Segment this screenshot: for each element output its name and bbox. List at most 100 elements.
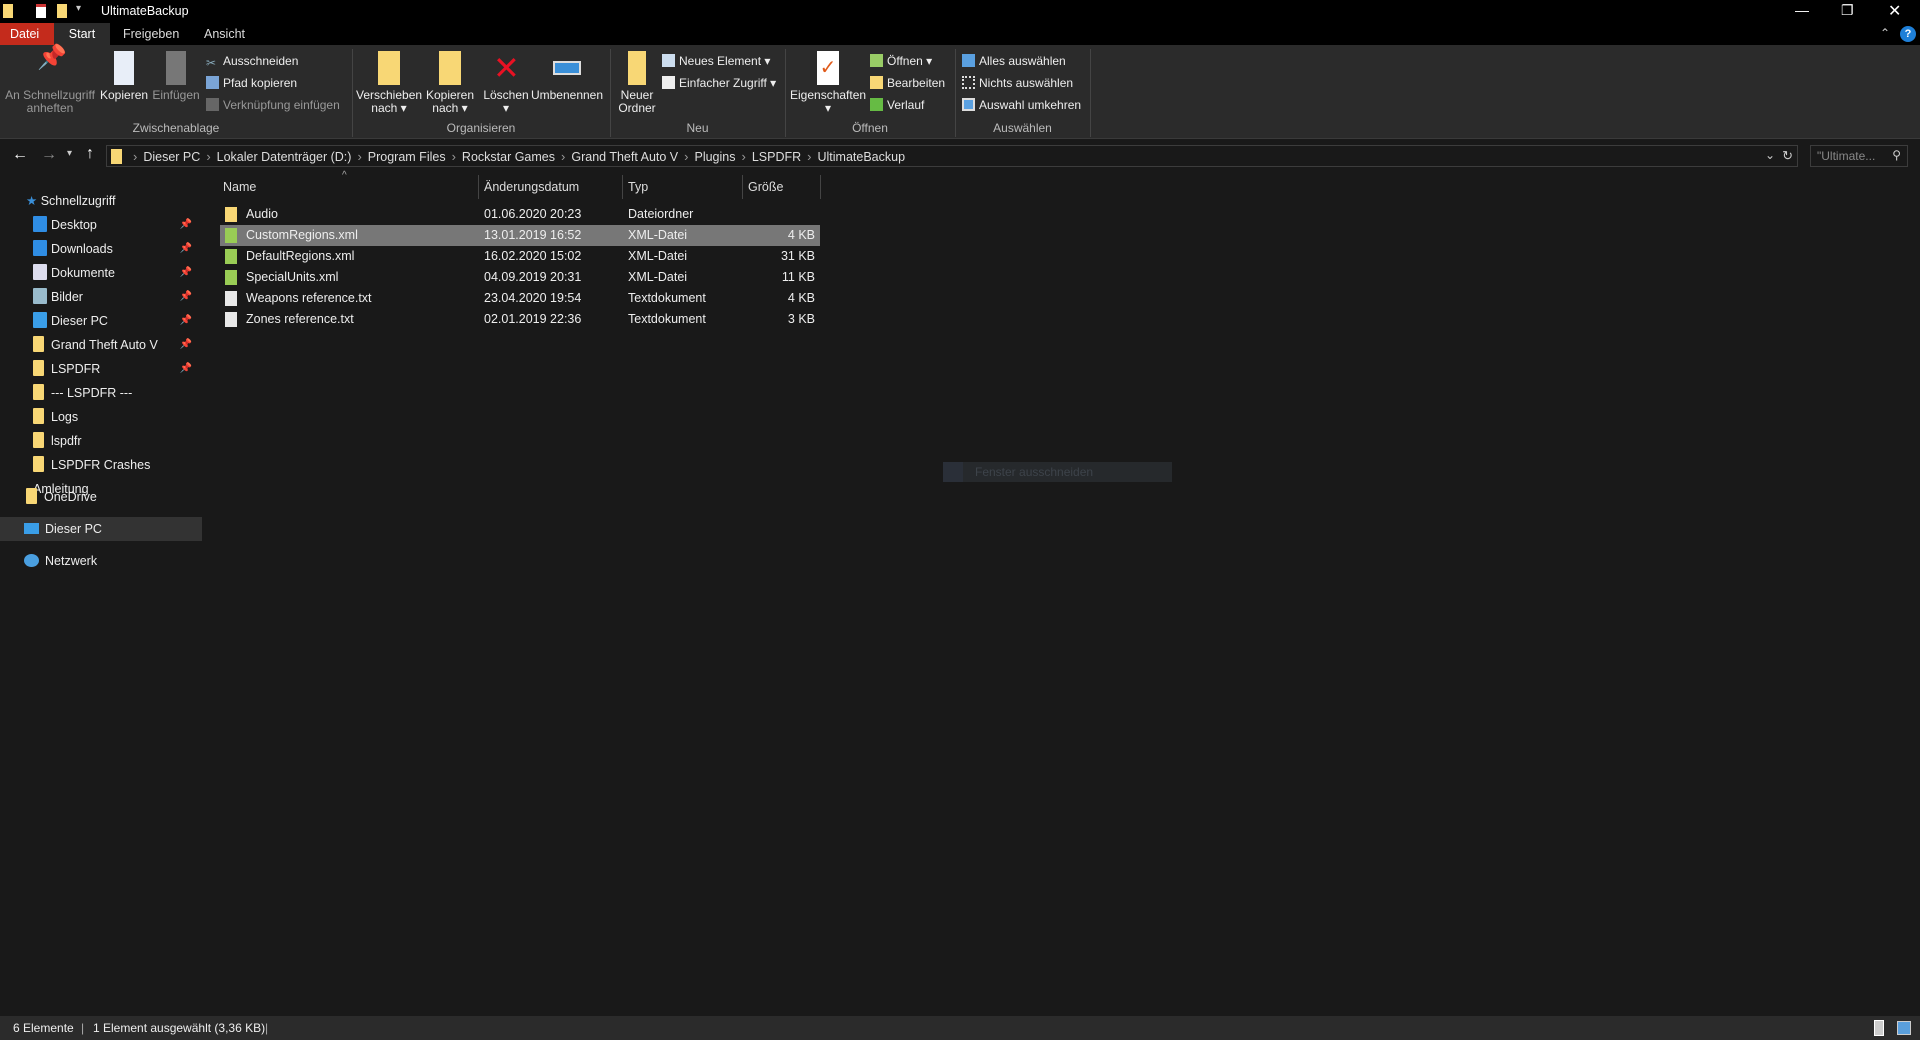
breadcrumb-item[interactable]: Grand Theft Auto V: [571, 150, 678, 164]
search-icon[interactable]: ⚲: [1892, 148, 1901, 162]
sidebar-item[interactable]: Desktop 📌: [0, 213, 202, 237]
breadcrumb-chevron-icon[interactable]: ›: [741, 149, 745, 164]
select-all-button[interactable]: Alles auswählen: [962, 52, 1066, 70]
collapse-ribbon-icon[interactable]: ⌃: [1880, 26, 1890, 40]
easy-access-button[interactable]: Einfacher Zugriff ▾: [662, 74, 776, 92]
breadcrumb-chevron-icon[interactable]: ›: [561, 149, 565, 164]
file-row[interactable]: Zones reference.txt 02.01.2019 22:36 Textd…: [220, 309, 820, 330]
pin-quick-access-button[interactable]: 📌 An Schnellzugriff anheften: [4, 46, 96, 115]
breadcrumb-item[interactable]: Plugins: [694, 150, 735, 164]
file-row[interactable]: DefaultRegions.xml 16.02.2020 15:02 XML-Da…: [220, 246, 820, 267]
file-row[interactable]: SpecialUnits.xml 04.09.2019 20:31 XML-Date…: [220, 267, 820, 288]
sidebar-item[interactable]: Logs: [0, 405, 202, 429]
tab-ansicht[interactable]: Ansicht: [194, 23, 255, 45]
file-row[interactable]: Audio 01.06.2020 20:23 Dateiordner: [220, 204, 820, 225]
address-input[interactable]: › Dieser PC › Lokaler Datenträger (D:) › Prog…: [106, 145, 1798, 167]
paste-button[interactable]: Einfügen: [151, 51, 201, 102]
folder-icon: [33, 384, 44, 400]
minimize-button[interactable]: —: [1795, 2, 1809, 18]
column-header-type[interactable]: Typ: [628, 175, 648, 199]
open-button[interactable]: Öffnen ▾: [870, 52, 932, 70]
help-icon[interactable]: ?: [1900, 26, 1916, 42]
sidebar-item[interactable]: Downloads 📌: [0, 237, 202, 261]
sidebar-item[interactable]: LSPDFR Crashes Amleitung: [0, 453, 202, 496]
column-divider[interactable]: [742, 175, 743, 199]
file-type: Textdokument: [628, 291, 706, 305]
column-header-size[interactable]: Größe: [748, 175, 783, 199]
customize-quick-access-icon[interactable]: ▾: [76, 3, 81, 14]
sidebar-onedrive[interactable]: OneDrive: [0, 485, 202, 509]
breadcrumb-chevron-icon[interactable]: ›: [807, 149, 811, 164]
pin-icon[interactable]: 📌: [180, 213, 192, 237]
breadcrumb-chevron-icon[interactable]: ›: [684, 149, 688, 164]
up-button[interactable]: ↑: [86, 145, 94, 163]
tab-freigeben[interactable]: Freigeben: [113, 23, 189, 45]
move-to-button[interactable]: Verschieben nach ▾: [356, 51, 422, 115]
sidebar-item[interactable]: Grand Theft Auto V 📌: [0, 333, 202, 357]
sidebar-item[interactable]: lspdfr: [0, 429, 202, 453]
breadcrumb-item[interactable]: LSPDFR: [752, 150, 801, 164]
column-divider[interactable]: [478, 175, 479, 199]
sidebar-network[interactable]: Netzwerk: [0, 549, 202, 573]
pin-icon[interactable]: 📌: [180, 357, 192, 381]
rename-button[interactable]: Umbenennen: [530, 51, 604, 102]
delete-button[interactable]: ✕ Löschen ▾: [480, 51, 532, 115]
new-folder-button[interactable]: Neuer Ordner: [614, 51, 660, 115]
copy-to-button[interactable]: Kopieren nach ▾: [424, 51, 476, 115]
back-button[interactable]: ←: [12, 146, 28, 164]
breadcrumb-item[interactable]: Program Files: [368, 150, 446, 164]
breadcrumb-chevron-icon[interactable]: ›: [452, 149, 456, 164]
paste-shortcut-button[interactable]: Verknüpfung einfügen: [206, 96, 340, 114]
file-date: 23.04.2020 19:54: [484, 291, 582, 305]
new-folder-quick-icon[interactable]: [57, 4, 67, 18]
column-header-date[interactable]: Änderungsdatum: [484, 175, 579, 199]
column-header-name[interactable]: Name: [223, 175, 256, 199]
edit-button[interactable]: Bearbeiten: [870, 74, 945, 92]
sidebar-item[interactable]: Dokumente 📌: [0, 261, 202, 285]
sidebar-item[interactable]: Bilder 📌: [0, 285, 202, 309]
download-icon: [33, 240, 47, 256]
forward-button[interactable]: →: [41, 146, 57, 164]
column-divider[interactable]: [820, 175, 821, 199]
file-row[interactable]: CustomRegions.xml 13.01.2019 16:52 XML-Dat…: [220, 225, 820, 246]
properties-button[interactable]: ✓ Eigenschaften ▾: [790, 51, 866, 115]
breadcrumb-item[interactable]: Lokaler Datenträger (D:): [217, 150, 352, 164]
breadcrumb-item[interactable]: Dieser PC: [143, 150, 200, 164]
copy-button[interactable]: Kopieren: [100, 51, 148, 102]
search-input[interactable]: "Ultimate... ⚲: [1810, 145, 1908, 167]
details-view-button[interactable]: [1874, 1020, 1884, 1036]
pin-icon[interactable]: 📌: [180, 261, 192, 285]
cut-button[interactable]: ✂ Ausschneiden: [206, 52, 298, 70]
tab-datei[interactable]: Datei: [0, 23, 54, 45]
sidebar-item[interactable]: --- LSPDFR ---: [0, 381, 202, 405]
breadcrumb-chevron-icon[interactable]: ›: [206, 149, 210, 164]
new-item-button[interactable]: Neues Element ▾: [662, 52, 770, 70]
invert-selection-button[interactable]: Auswahl umkehren: [962, 96, 1081, 114]
breadcrumb-item[interactable]: Rockstar Games: [462, 150, 555, 164]
address-history-dropdown[interactable]: ⌄: [1765, 148, 1775, 162]
group-label-clipboard: Zwischenablage: [132, 121, 220, 135]
recent-locations-button[interactable]: ▾: [67, 148, 72, 159]
copy-path-button[interactable]: Pfad kopieren: [206, 74, 297, 92]
breadcrumb-item[interactable]: UltimateBackup: [818, 150, 906, 164]
large-icons-view-button[interactable]: [1897, 1021, 1911, 1035]
breadcrumb-chevron-icon[interactable]: ›: [133, 149, 137, 164]
pin-icon[interactable]: 📌: [180, 237, 192, 261]
properties-quick-icon[interactable]: [36, 4, 46, 18]
restore-button[interactable]: ❐: [1841, 2, 1854, 19]
file-row[interactable]: Weapons reference.txt 23.04.2020 19:54 Tex…: [220, 288, 820, 309]
sidebar-item[interactable]: Dieser PC 📌: [0, 309, 202, 333]
history-button[interactable]: Verlauf: [870, 96, 924, 114]
pin-icon[interactable]: 📌: [180, 309, 192, 333]
close-button[interactable]: ✕: [1888, 1, 1901, 21]
pin-icon[interactable]: 📌: [180, 333, 192, 357]
column-divider[interactable]: [622, 175, 623, 199]
refresh-icon[interactable]: ↻: [1782, 148, 1793, 164]
select-none-button[interactable]: Nichts auswählen: [962, 74, 1073, 92]
pin-icon[interactable]: 📌: [180, 285, 192, 309]
sidebar-quick-access[interactable]: ★ Schnellzugriff: [0, 189, 202, 213]
sidebar-this-pc[interactable]: Dieser PC: [0, 517, 202, 541]
breadcrumb-chevron-icon[interactable]: ›: [357, 149, 361, 164]
tab-start[interactable]: Start: [54, 23, 110, 45]
sidebar-item[interactable]: LSPDFR 📌: [0, 357, 202, 381]
